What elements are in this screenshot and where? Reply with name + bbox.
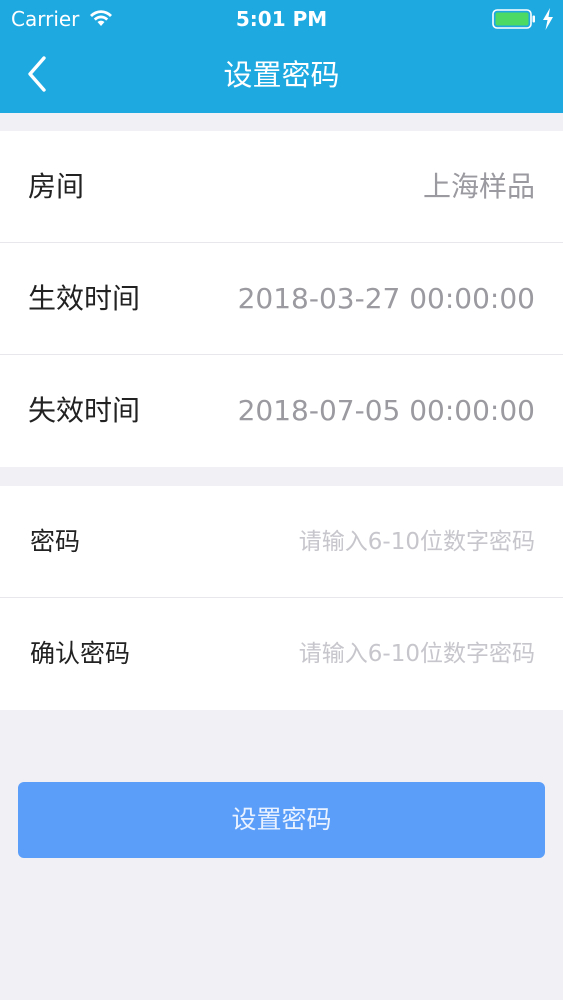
expiry-time-label: 失效时间 [28,394,141,427]
charging-bolt-icon [543,8,553,30]
expiry-time-row: 失效时间 2018-07-05 00:00:00 [0,355,563,467]
confirm-password-row: 确认密码 [0,598,563,710]
set-password-button[interactable]: 设置密码 [18,782,545,858]
status-time: 5:01 PM [235,7,328,31]
password-form-card: 密码 确认密码 [0,486,563,710]
room-label: 房间 [28,170,85,203]
effective-time-value: 2018-03-27 00:00:00 [237,282,535,315]
confirm-password-label: 确认密码 [30,639,131,668]
password-input[interactable] [205,522,535,562]
effective-time-label: 生效时间 [28,282,141,315]
room-row: 房间 上海样品 [0,131,563,243]
expiry-time-value: 2018-07-05 00:00:00 [237,394,535,427]
room-value: 上海样品 [422,170,535,203]
app-header: Carrier 5:01 PM 设置密码 [0,0,563,113]
confirm-password-input[interactable] [205,634,535,674]
status-bar: Carrier 5:01 PM [0,0,563,38]
page-title: 设置密码 [223,58,340,92]
battery-icon [492,9,535,29]
password-label: 密码 [30,527,81,556]
effective-time-row: 生效时间 2018-03-27 00:00:00 [0,243,563,355]
lock-details-card: 房间 上海样品 生效时间 2018-03-27 00:00:00 失效时间 20… [0,131,563,467]
password-row: 密码 [0,486,563,598]
